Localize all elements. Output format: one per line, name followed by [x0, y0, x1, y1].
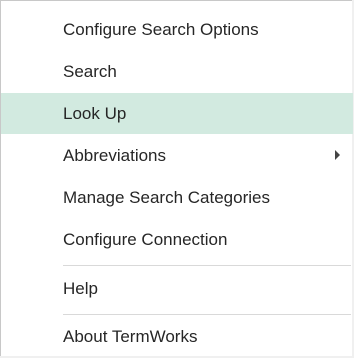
- menu-item-label: Abbreviations: [63, 146, 167, 165]
- context-menu: Configure Search Options Search Look Up …: [0, 0, 353, 357]
- menu-item-label: Look Up: [63, 104, 127, 123]
- menu-item-abbreviations[interactable]: Abbreviations: [1, 135, 353, 176]
- menu-item-label: About TermWorks: [63, 327, 198, 346]
- chevron-right-icon: [335, 150, 340, 160]
- menu-item-search[interactable]: Search: [1, 51, 353, 92]
- menu-item-configure-search-options[interactable]: Configure Search Options: [1, 9, 353, 50]
- menu-item-manage-search-categories[interactable]: Manage Search Categories: [1, 177, 353, 218]
- menu-item-label: Configure Search Options: [63, 20, 259, 39]
- menu-item-about-termworks[interactable]: About TermWorks: [1, 316, 353, 357]
- menu-item-label: Configure Connection: [63, 230, 228, 249]
- menu-item-configure-connection[interactable]: Configure Connection: [1, 219, 353, 260]
- menu-item-label: Search: [63, 62, 117, 81]
- menu-separator: [63, 314, 351, 315]
- menu-separator: [63, 265, 351, 266]
- menu-item-label: Manage Search Categories: [63, 188, 270, 207]
- menu-item-look-up[interactable]: Look Up: [1, 93, 353, 134]
- menu-item-label: Help: [63, 279, 98, 298]
- menu-item-help[interactable]: Help: [1, 268, 353, 309]
